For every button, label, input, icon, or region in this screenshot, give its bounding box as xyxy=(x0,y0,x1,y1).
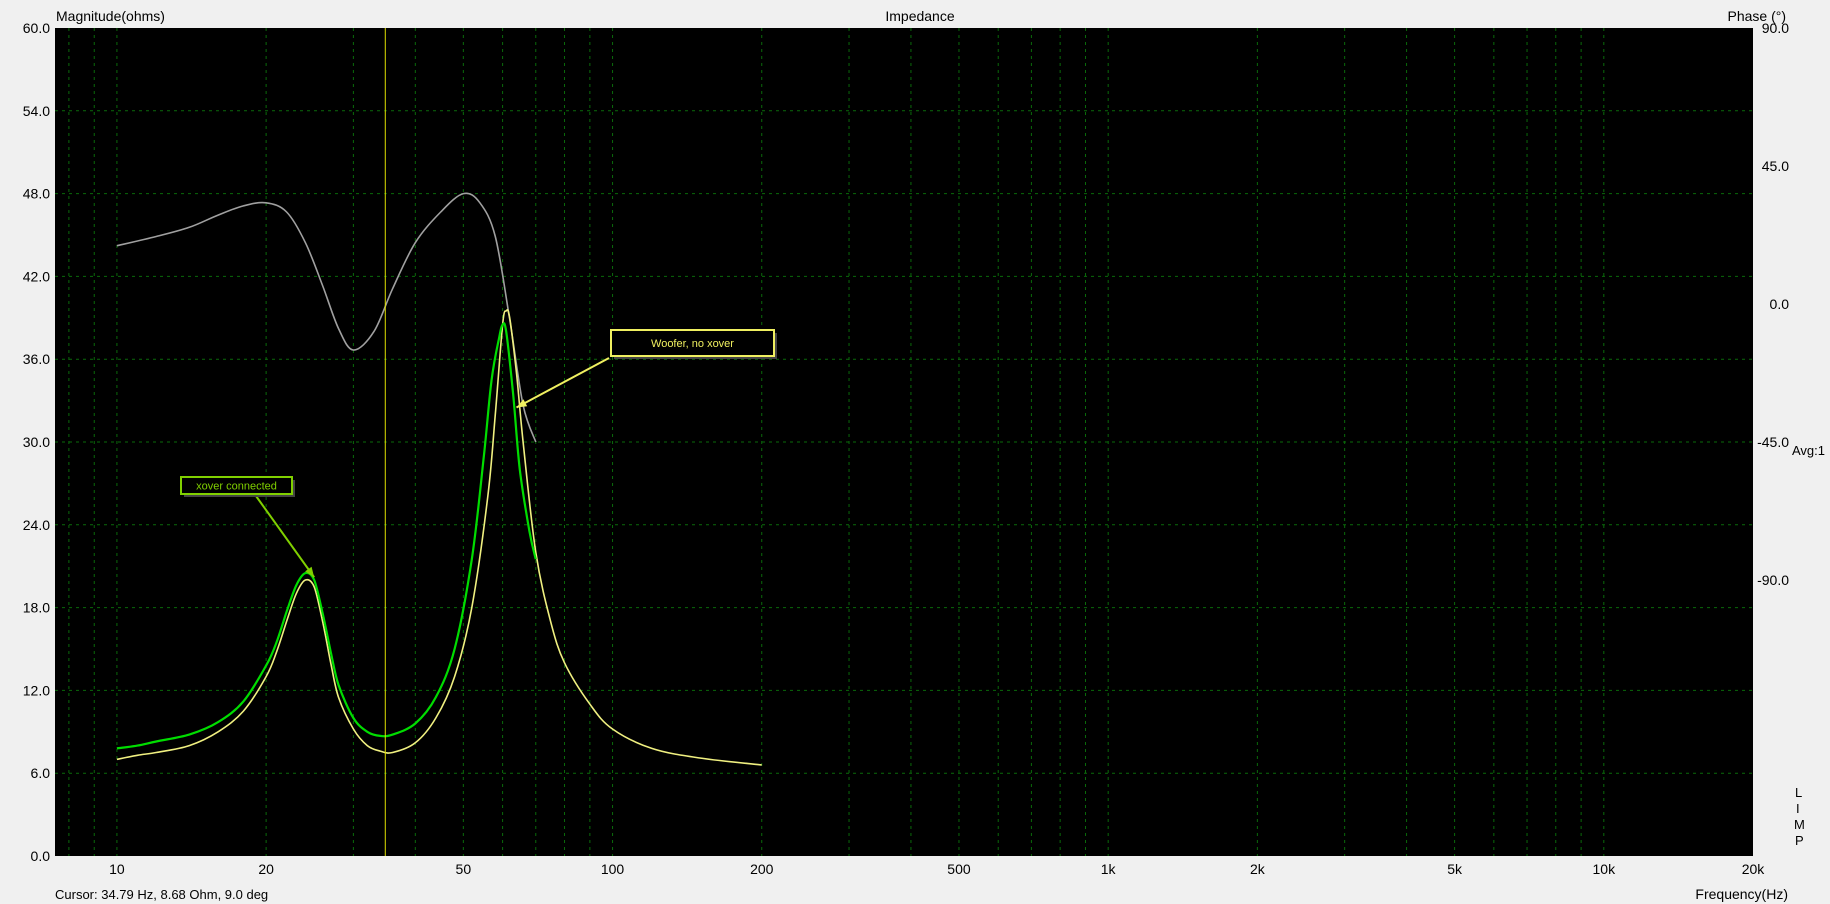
mode-letter-i: I xyxy=(1796,801,1800,816)
mode-letter-p: P xyxy=(1795,833,1804,848)
x-tick-label: 1k xyxy=(1101,861,1117,877)
y-tick-label-left: 12.0 xyxy=(23,682,50,698)
x-axis-label: Frequency(Hz) xyxy=(1695,886,1788,902)
y-tick-label-left: 24.0 xyxy=(23,517,50,533)
y-tick-label-right: -45.0 xyxy=(1757,434,1789,450)
mode-letter-l: L xyxy=(1795,785,1802,800)
impedance-chart[interactable]: 0.0 6.0 12.0 18.0 24.0 30.0 36.0 42.0 48.0 54.0 60… xyxy=(0,0,1830,904)
y-tick-label-left: 0.0 xyxy=(31,848,51,864)
y-tick-label-left: 54.0 xyxy=(23,103,50,119)
x-tick-label: 100 xyxy=(601,861,625,877)
annotation-label: xover connected xyxy=(196,481,277,493)
x-tick-label: 200 xyxy=(750,861,774,877)
x-tick-label: 20k xyxy=(1742,861,1766,877)
y-tick-label-left: 42.0 xyxy=(23,268,50,284)
y-tick-label-left: 60.0 xyxy=(23,20,50,36)
mode-letter-m: M xyxy=(1794,817,1805,832)
y-axis-left-label: Magnitude(ohms) xyxy=(56,8,165,24)
averaging-indicator: Avg:1 xyxy=(1792,443,1825,458)
annotation-label: Woofer, no xover xyxy=(651,338,734,350)
y-tick-label-right: 0.0 xyxy=(1770,296,1790,312)
y-tick-label-left: 18.0 xyxy=(23,600,50,616)
x-tick-label: 50 xyxy=(456,861,472,877)
y-tick-label-right: -90.0 xyxy=(1757,572,1789,588)
y-tick-label-left: 36.0 xyxy=(23,351,50,367)
y-tick-label-left: 6.0 xyxy=(31,765,51,781)
x-tick-label: 10k xyxy=(1593,861,1617,877)
y-tick-label-left: 30.0 xyxy=(23,434,50,450)
chart-title: Impedance xyxy=(885,8,954,24)
y-tick-label-right: 45.0 xyxy=(1762,158,1789,174)
cursor-readout: Cursor: 34.79 Hz, 8.68 Ohm, 9.0 deg xyxy=(55,887,268,902)
x-tick-label: 5k xyxy=(1447,861,1463,877)
x-tick-label: 20 xyxy=(258,861,274,877)
x-tick-label: 2k xyxy=(1250,861,1266,877)
x-tick-label: 500 xyxy=(947,861,971,877)
x-tick-label: 10 xyxy=(109,861,125,877)
y-tick-label-left: 48.0 xyxy=(23,186,50,202)
y-axis-right-label: Phase (°) xyxy=(1727,8,1786,24)
